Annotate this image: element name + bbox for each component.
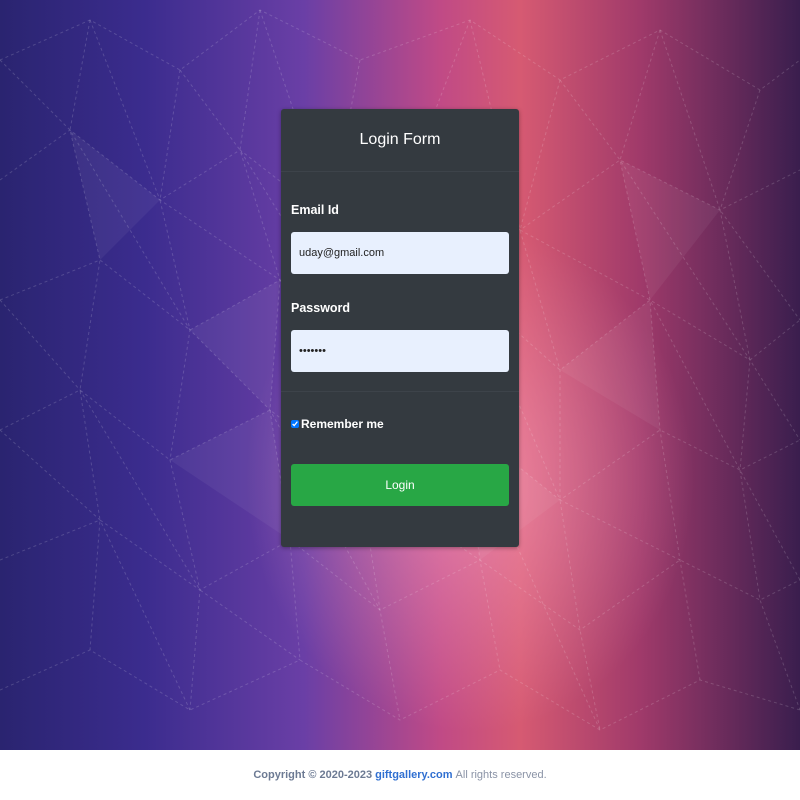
footer: Copyright © 2020-2023 giftgallery.com Al… bbox=[0, 750, 800, 800]
checkbox-checked-icon[interactable] bbox=[291, 420, 299, 428]
footer-site-link[interactable]: giftgallery.com bbox=[375, 769, 452, 781]
footer-copyright: Copyright © 2020-2023 bbox=[253, 769, 373, 781]
login-card-header: Login Form bbox=[281, 109, 519, 172]
remember-me-label: Remember me bbox=[301, 417, 384, 431]
email-label: Email Id bbox=[291, 203, 339, 217]
login-form-title: Login Form bbox=[359, 131, 441, 148]
page: Login Form Email Id Password Remember me… bbox=[0, 0, 800, 800]
password-label: Password bbox=[291, 301, 351, 315]
footer-rights: All rights reserved. bbox=[455, 769, 547, 781]
form-divider bbox=[281, 391, 519, 392]
remember-me-option[interactable]: Remember me bbox=[291, 417, 384, 431]
password-field[interactable] bbox=[291, 330, 509, 372]
email-field[interactable] bbox=[291, 232, 509, 274]
login-button[interactable]: Login bbox=[291, 464, 509, 506]
login-card: Login Form Email Id Password Remember me… bbox=[281, 109, 519, 547]
